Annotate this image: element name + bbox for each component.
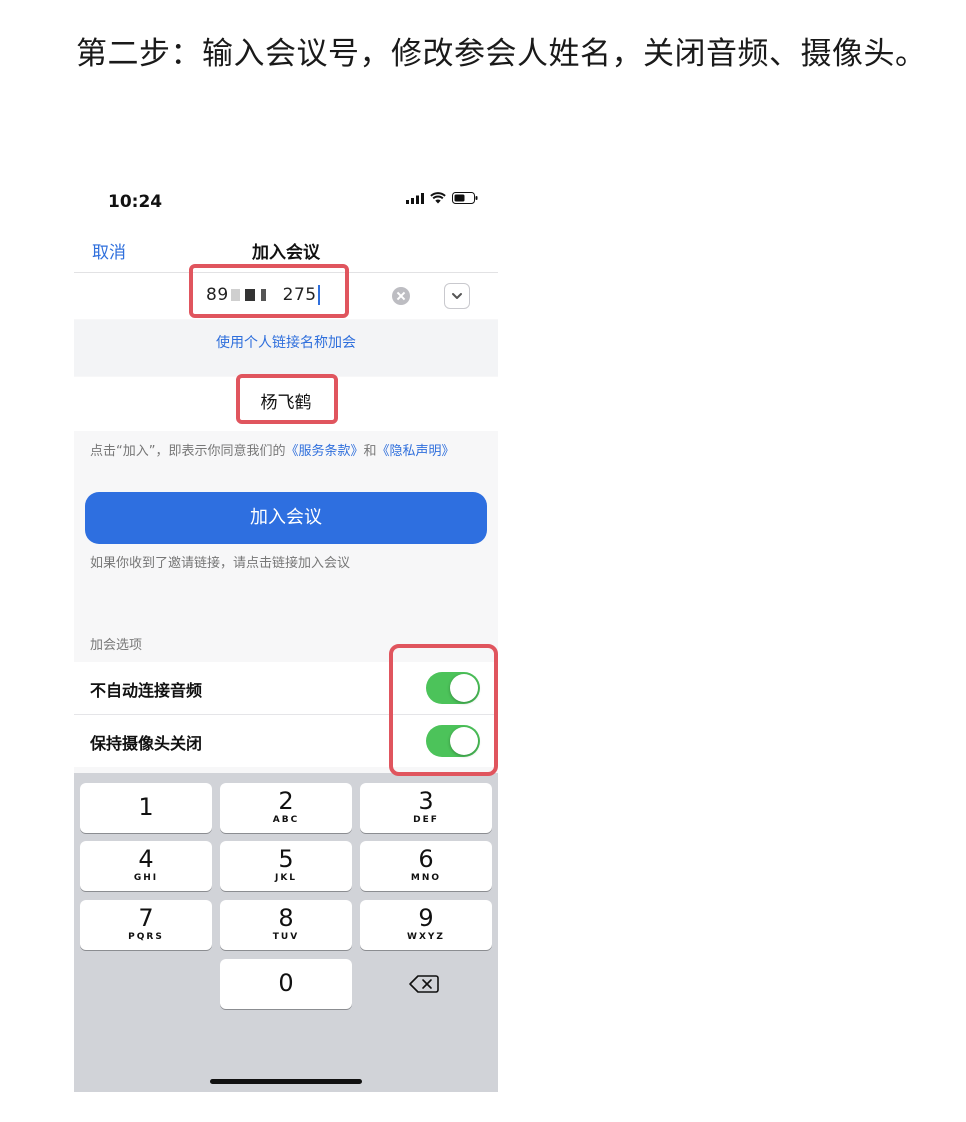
key-letters: DEF <box>413 815 439 825</box>
key-9[interactable]: 9 WXYZ <box>360 900 492 950</box>
battery-icon <box>452 192 478 204</box>
status-icons <box>406 192 478 204</box>
key-digit: 0 <box>278 969 294 997</box>
annotation-toggles <box>389 644 498 776</box>
key-digit: 5 <box>278 845 294 873</box>
key-digit: 7 <box>138 904 154 932</box>
page-title: 加入会议 <box>252 243 320 263</box>
backspace-icon <box>409 975 439 993</box>
status-time: 10:24 <box>108 192 163 212</box>
key-letters: GHI <box>133 873 159 883</box>
terms-of-service-link[interactable]: 《服务条款》 <box>285 444 363 459</box>
key-0[interactable]: 0 <box>220 959 352 1009</box>
annotation-meeting-id <box>189 264 349 318</box>
key-2[interactable]: 2 ABC <box>220 783 352 833</box>
key-1[interactable]: 1 <box>80 783 212 833</box>
key-7[interactable]: 7 PQRS <box>80 900 212 950</box>
key-letters: WXYZ <box>407 932 445 942</box>
key-letters: MNO <box>410 873 442 883</box>
wifi-icon <box>430 192 446 204</box>
key-4[interactable]: 4 GHI <box>80 841 212 891</box>
key-5[interactable]: 5 JKL <box>220 841 352 891</box>
status-bar: 10:24 <box>74 170 498 228</box>
privacy-policy-link[interactable]: 《隐私声明》 <box>377 444 455 459</box>
key-3[interactable]: 3 DEF <box>360 783 492 833</box>
key-digit: 2 <box>278 787 294 815</box>
key-digit: 8 <box>278 904 294 932</box>
terms-notice: 点击“加入”，即表示你同意我们的《服务条款》和《隐私声明》 <box>90 444 482 460</box>
home-indicator <box>210 1079 362 1084</box>
options-header: 加会选项 <box>90 638 143 653</box>
signal-icon <box>406 192 424 204</box>
option-label-camera: 保持摄像头关闭 <box>90 734 203 753</box>
annotation-name <box>236 374 338 424</box>
key-8[interactable]: 8 TUV <box>220 900 352 950</box>
key-digit: 6 <box>418 845 434 873</box>
instruction-caption: 第二步：输入会议号，修改参会人姓名，关闭音频、摄像头。 <box>76 36 927 72</box>
key-letters: TUV <box>272 932 300 942</box>
key-digit: 3 <box>418 787 434 815</box>
option-label-audio: 不自动连接音频 <box>90 681 203 700</box>
join-meeting-button[interactable]: 加入会议 <box>85 492 487 544</box>
key-digit: 4 <box>138 845 154 873</box>
history-dropdown-button[interactable] <box>444 283 470 309</box>
key-letters: PQRS <box>128 932 164 942</box>
key-6[interactable]: 6 MNO <box>360 841 492 891</box>
key-letters: ABC <box>272 815 300 825</box>
terms-text: 点击“加入”，即表示你同意我们的 <box>90 444 286 459</box>
chevron-down-icon <box>452 293 462 299</box>
terms-conjunction: 和 <box>363 444 377 459</box>
personal-link-button[interactable]: 使用个人链接名称加会 <box>74 320 498 376</box>
invite-hint: 如果你收到了邀请链接，请点击链接加入会议 <box>90 556 351 571</box>
key-letters: JKL <box>274 873 298 883</box>
clear-icon[interactable] <box>392 287 410 305</box>
delete-key[interactable] <box>360 959 492 1009</box>
key-digit: 1 <box>138 793 154 821</box>
numeric-keypad: 1 2 ABC 3 DEF 4 GHI 5 JKL 6 MNO 7 PQRS 8 TUV 9W… <box>74 773 498 1092</box>
key-digit: 9 <box>418 904 434 932</box>
